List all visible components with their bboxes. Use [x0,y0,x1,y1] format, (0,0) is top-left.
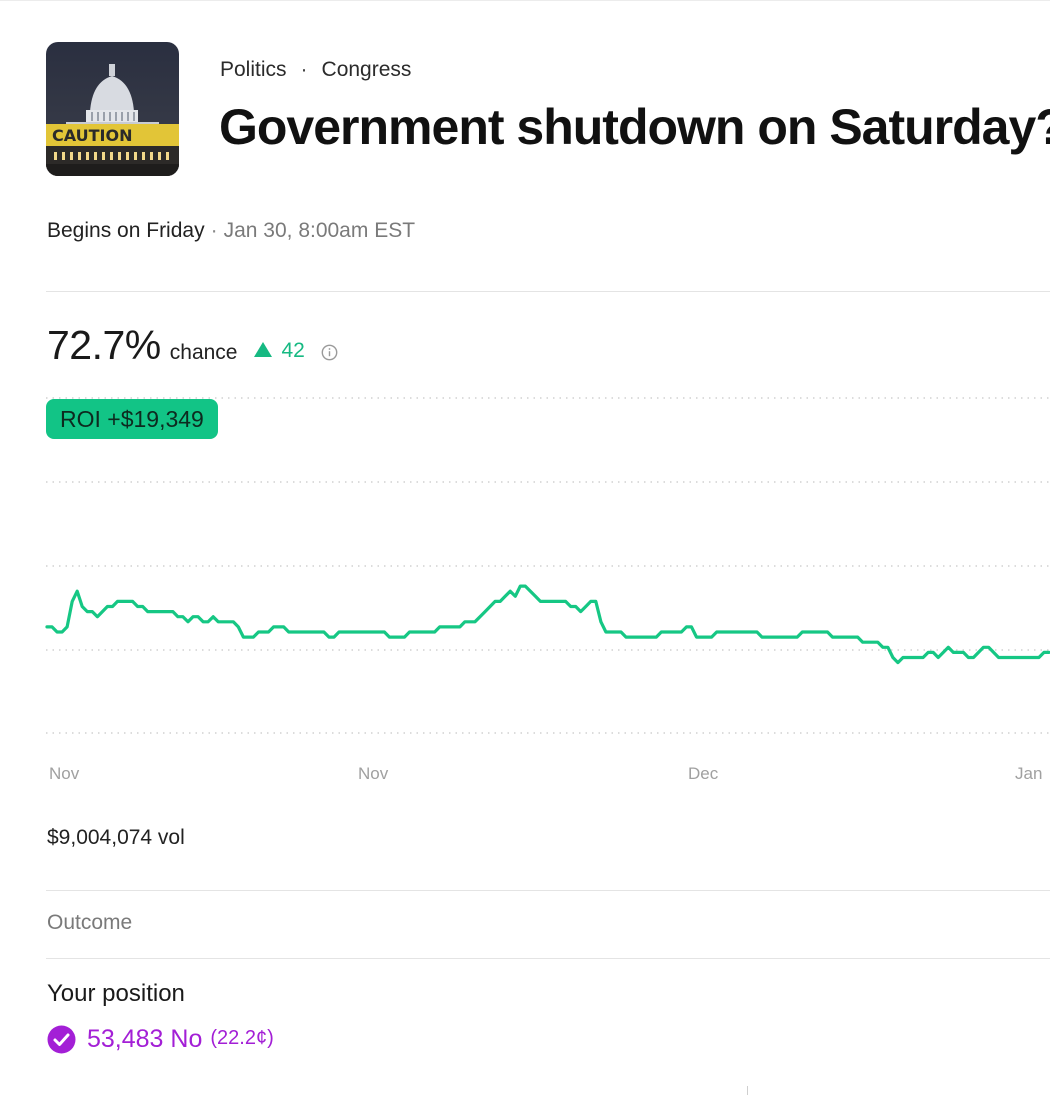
market-title: Government shutdown on Saturday? [219,99,1050,155]
volume-label: $9,004,074 vol [47,826,185,849]
x-tick-label: Jan [1015,764,1043,783]
scroll-tick [747,1086,748,1095]
chance-value: 72.7% [47,322,161,368]
x-tick-label: Nov [358,764,389,783]
position-title: Your position [47,980,185,1007]
chart-series-line [45,584,1050,665]
top-divider [0,0,1050,1]
breadcrumb: Politics · Congress [220,58,411,82]
breadcrumb-separator: · [300,58,308,81]
meta-separator: · [210,219,218,242]
position-row[interactable]: 53,483 No (22.2¢) [47,1025,274,1054]
position-shares: 53,483 No [87,1025,203,1053]
x-tick-label: Dec [688,764,719,783]
chance-row: 72.7% chance 42 [47,322,338,369]
breadcrumb-subcategory[interactable]: Congress [322,58,412,81]
roi-badge: ROI +$19,349 [46,399,218,439]
capitol-image: CAUTION [46,42,179,176]
begins-date: Jan 30, 8:00am EST [223,219,416,242]
chance-delta: 42 [253,338,305,363]
caution-text: CAUTION [52,126,132,145]
breadcrumb-category[interactable]: Politics [220,58,287,81]
volume-divider [46,890,1050,891]
begins-label: Begins on Friday [47,219,205,242]
outcome-divider [46,958,1050,959]
outcome-column-header: Outcome [47,911,133,934]
x-tick-label: Nov [49,764,80,783]
info-icon[interactable] [321,344,338,361]
market-thumbnail[interactable]: CAUTION [46,42,179,176]
triangle-up-icon [254,342,273,357]
market-schedule: Begins on Friday · Jan 30, 8:00am EST [47,219,415,243]
chance-delta-value: 42 [281,338,305,362]
market-page: CAUTION Politics · Congress Government shu… [0,0,1050,1095]
check-circle-icon [47,1025,76,1054]
position-avg-price: (22.2¢) [210,1027,274,1049]
chance-label: chance [169,341,238,364]
header-divider [46,291,1050,292]
chart-gridlines [46,397,1050,734]
